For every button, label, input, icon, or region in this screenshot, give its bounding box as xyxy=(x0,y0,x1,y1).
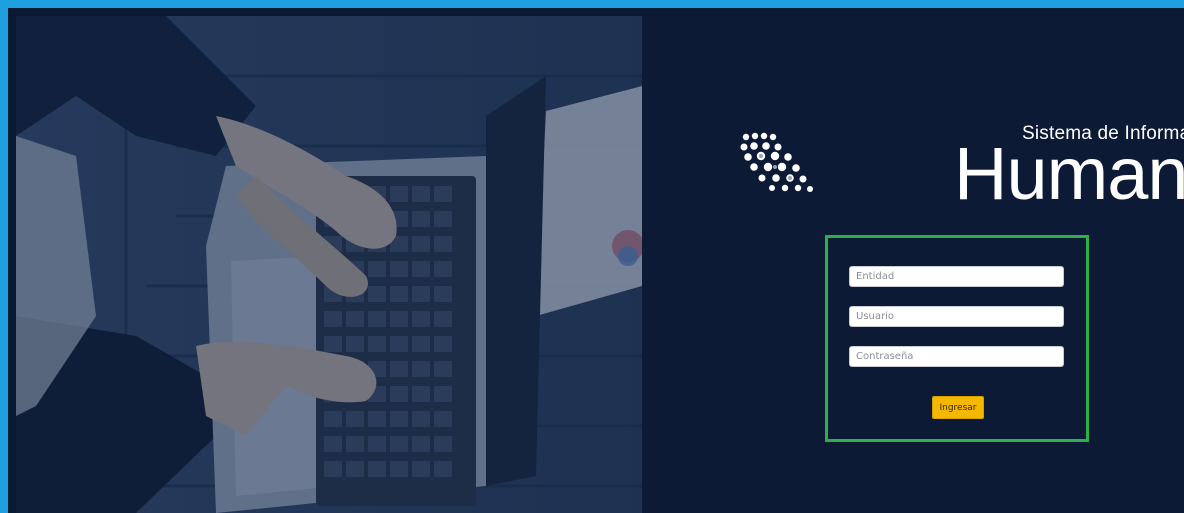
login-page: Sistema de Información Humano R Ingresar xyxy=(0,0,1184,513)
password-input[interactable] xyxy=(849,346,1064,367)
entity-input[interactable] xyxy=(849,266,1064,287)
login-form: Ingresar xyxy=(825,235,1089,442)
brand-logo: Sistema de Información Humano R xyxy=(736,111,1184,221)
dot-matrix-logo-icon xyxy=(740,132,813,192)
laptop-typing-photo xyxy=(16,16,642,513)
login-button[interactable]: Ingresar xyxy=(932,396,984,419)
background-photo xyxy=(16,16,642,513)
login-panel: Sistema de Información Humano R Ingresar xyxy=(642,16,1184,513)
username-input[interactable] xyxy=(849,306,1064,327)
brand-name: Humano xyxy=(954,132,1184,215)
